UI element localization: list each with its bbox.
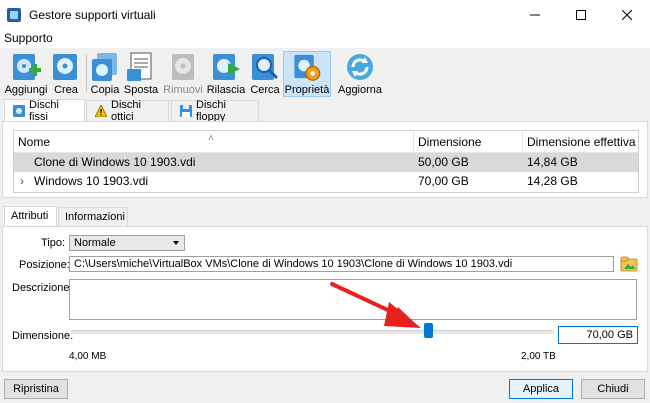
table-row[interactable]: Clone di Windows 10 1903.vdi 50,00 GB 14… <box>14 153 638 172</box>
menu-supporto[interactable]: Supporto <box>4 31 53 45</box>
search-button[interactable]: Cerca <box>248 51 282 97</box>
slider-max-label: 2,00 TB <box>521 351 556 362</box>
size-slider-handle[interactable] <box>424 323 434 338</box>
remove-disk-icon <box>172 54 194 80</box>
minimize-button[interactable] <box>512 0 558 30</box>
row-virtual-size: 50,00 GB <box>418 155 469 169</box>
hard-disk-icon <box>13 104 25 117</box>
move-disk-icon <box>127 52 152 81</box>
warning-icon <box>95 105 107 117</box>
close-window-button[interactable] <box>604 0 650 30</box>
menu-bar: Supporto <box>0 30 650 48</box>
create-button[interactable]: Crea <box>50 51 82 97</box>
properties-gear-icon <box>294 54 321 81</box>
hard-disks-panel: Nome ˄ Dimensione virtuale Dimensione ef… <box>2 121 648 198</box>
toolbar: Aggiungi Crea Copia Sposta Rimuovi Rilas… <box>0 48 650 100</box>
detail-tabs: Attributi Informazioni <box>0 206 650 227</box>
maximize-icon <box>576 10 586 20</box>
release-button[interactable]: Rilascia <box>206 51 246 97</box>
media-type-tabs: Dischi fissi Dischi ottici Dischi floppy <box>0 99 650 123</box>
slider-min-label: 4,00 MB <box>69 351 107 362</box>
type-select[interactable]: Normale <box>69 235 185 251</box>
column-header-name[interactable]: Nome ˄ <box>14 131 414 153</box>
remove-button[interactable]: Rimuovi <box>163 51 203 97</box>
copy-disk-icon <box>92 53 117 81</box>
close-button[interactable]: Chiudi <box>581 379 645 399</box>
close-icon <box>622 10 632 20</box>
search-disk-icon <box>252 54 279 80</box>
description-label: Descrizione: <box>12 282 73 294</box>
description-field[interactable] <box>69 279 637 320</box>
sort-indicator-icon: ˄ <box>208 133 214 144</box>
tab-information[interactable]: Informazioni <box>58 207 128 227</box>
title-bar: Gestore supporti virtuali <box>0 0 650 30</box>
add-disk-icon <box>13 54 41 80</box>
minimize-icon <box>530 14 540 16</box>
virtualbox-app-icon <box>7 8 21 22</box>
release-disk-icon <box>213 54 240 80</box>
row-actual-size: 14,84 GB <box>527 155 578 169</box>
tab-optical-disks[interactable]: Dischi ottici <box>86 99 169 123</box>
maximize-button[interactable] <box>558 0 604 30</box>
reset-button[interactable]: Ripristina <box>4 379 68 399</box>
position-field[interactable]: C:\Users\miche\VirtualBox VMs\Clone di W… <box>69 256 614 272</box>
size-slider-track[interactable] <box>71 330 554 334</box>
table-row[interactable]: › Windows 10 1903.vdi 70,00 GB 14,28 GB <box>14 172 638 191</box>
attributes-panel: Tipo: Normale Posizione: C:\Users\miche\… <box>2 226 648 372</box>
refresh-button[interactable]: Aggiorna <box>338 51 382 97</box>
row-name: Windows 10 1903.vdi <box>34 174 149 188</box>
copy-button[interactable]: Copia <box>89 51 121 97</box>
position-label: Posizione: <box>19 259 70 271</box>
move-button[interactable]: Sposta <box>124 51 158 97</box>
toolbar-separator <box>86 54 87 92</box>
tab-floppy-disks[interactable]: Dischi floppy <box>171 99 259 123</box>
chevron-down-icon <box>173 241 179 245</box>
type-label: Tipo: <box>41 237 66 249</box>
folder-browse-icon[interactable] <box>620 256 638 272</box>
refresh-icon <box>347 54 373 80</box>
apply-button[interactable]: Applica <box>509 379 573 399</box>
expand-chevron-icon[interactable]: › <box>20 172 24 191</box>
create-disk-icon <box>53 54 77 80</box>
table-header: Nome ˄ Dimensione virtuale Dimensione ef… <box>14 131 638 171</box>
column-header-actual-size[interactable]: Dimensione effettiva <box>523 131 638 153</box>
floppy-icon <box>180 105 192 117</box>
add-button[interactable]: Aggiungi <box>4 51 48 97</box>
media-table: Nome ˄ Dimensione virtuale Dimensione ef… <box>13 130 639 193</box>
window-title: Gestore supporti virtuali <box>29 8 156 22</box>
tab-hard-disks[interactable]: Dischi fissi <box>4 99 85 123</box>
row-name: Clone di Windows 10 1903.vdi <box>34 155 196 169</box>
row-actual-size: 14,28 GB <box>527 174 578 188</box>
column-header-virtual-size[interactable]: Dimensione virtuale <box>414 131 523 171</box>
size-input[interactable]: 70,00 GB <box>558 326 638 344</box>
size-label: Dimensione: <box>12 330 74 342</box>
properties-button[interactable]: Proprietà <box>283 51 331 97</box>
row-virtual-size: 70,00 GB <box>418 174 469 188</box>
tab-attributes[interactable]: Attributi <box>4 206 57 227</box>
